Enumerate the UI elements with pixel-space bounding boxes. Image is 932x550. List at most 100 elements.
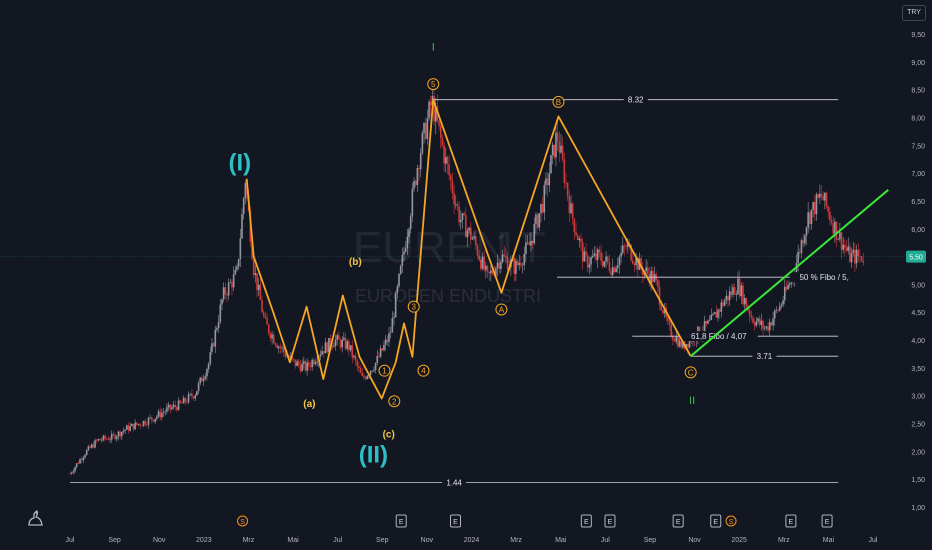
candle-body [192, 396, 195, 399]
tradingview-logo-icon[interactable] [26, 508, 46, 528]
candle-body [812, 202, 814, 210]
candle-body [229, 282, 232, 283]
wave-label: (b) [349, 257, 362, 268]
price-tick-label: 1,00 [911, 505, 925, 512]
candle-body [391, 318, 394, 333]
currency-badge[interactable]: TRY [902, 5, 926, 21]
candle-body [631, 260, 634, 264]
candle-body [466, 230, 469, 238]
candle-body [459, 220, 462, 223]
candle-body [738, 278, 741, 297]
candle-body [548, 173, 551, 186]
candle-body [313, 360, 315, 365]
candle-body [653, 274, 656, 282]
candle-body [832, 223, 834, 234]
candle-body [777, 309, 779, 311]
candle-body [90, 444, 93, 448]
candle-body [349, 345, 352, 351]
candle-body [316, 361, 318, 363]
candle-body [359, 368, 362, 373]
candle-body [834, 221, 836, 234]
candle-body [125, 425, 128, 430]
candle-body [398, 273, 400, 287]
candle-body [306, 362, 308, 371]
candle-body [760, 320, 763, 325]
candle-body [244, 183, 247, 199]
candle-body [475, 236, 477, 246]
candle-body [571, 203, 574, 219]
candle-body [753, 322, 756, 326]
candle-body [424, 122, 427, 139]
candle-body [152, 419, 155, 422]
candle-body [722, 302, 724, 306]
candle-body [530, 240, 532, 246]
candle-body [176, 407, 178, 411]
candle-body [623, 245, 626, 247]
candle-body [720, 302, 723, 312]
candle-body [369, 370, 372, 375]
candle-body [827, 206, 829, 212]
price-tick-label: 3,50 [911, 366, 925, 373]
candle-body [775, 309, 778, 311]
candle-body [471, 238, 474, 240]
price-chart[interactable]: 8.323.711.4461,8 Fibo / 4,0750 % Fibo / … [0, 0, 932, 550]
candle-body [319, 354, 322, 357]
price-tick-label: 8,00 [911, 115, 925, 122]
candle-body [526, 242, 529, 243]
candle-body [672, 336, 674, 340]
candle-body [593, 253, 596, 257]
candle-body [824, 192, 826, 201]
candle-body [373, 369, 375, 371]
level-label: 3.71 [757, 352, 773, 361]
candle-body [241, 214, 243, 239]
time-axis[interactable]: Jul Sep Nov 2023 Mrz Mai Jul Sep Nov 2024 Mrz Mai Ju… [66, 537, 878, 544]
candle-body [429, 101, 432, 106]
candle-body [535, 214, 537, 225]
candle-body [837, 239, 840, 240]
candle-body [727, 295, 729, 301]
candle-body [616, 265, 619, 268]
candle-body [303, 361, 305, 364]
candle-body [388, 333, 390, 342]
event-markers[interactable]: SEEEEEESEE [237, 514, 833, 528]
candle-body [498, 262, 500, 270]
candle-body [358, 366, 360, 369]
price-axis[interactable]: 9,50 9,00 8,50 8,00 7,50 7,00 6,50 6,00 5,50 5,00… [0, 32, 926, 512]
wave-label: B [556, 98, 561, 107]
candle-body [550, 155, 552, 174]
price-tick-label: 2,00 [911, 449, 925, 456]
price-tick-label: 7,00 [911, 171, 925, 178]
candle-body [805, 227, 808, 236]
earnings-marker-label: E [713, 519, 718, 526]
candle-body [97, 438, 100, 441]
candle-body [473, 236, 475, 239]
candle-body [675, 336, 678, 342]
candle-body [782, 300, 784, 305]
candle-body [272, 334, 275, 344]
candle-body [814, 202, 816, 215]
candle-body [862, 260, 865, 263]
price-tick-label: 3,00 [911, 394, 925, 401]
candle-body [234, 269, 237, 275]
candle-body [267, 324, 270, 334]
candle-body [341, 339, 344, 348]
candle-body [528, 242, 531, 246]
candle-body [299, 364, 302, 372]
candle-body [326, 342, 328, 353]
candle-body [120, 431, 123, 437]
candle-body [237, 259, 240, 267]
candle-body [236, 266, 238, 270]
candle-body [414, 180, 417, 185]
candle-body [615, 267, 617, 273]
candle-body [262, 312, 265, 316]
candle-body [480, 259, 482, 269]
candle-body [625, 246, 627, 247]
candle-body [324, 342, 327, 354]
candle-body [374, 362, 377, 370]
candle-body [586, 255, 589, 268]
candle-body [850, 252, 853, 263]
time-tick-label: Mai [823, 537, 835, 544]
candle-body [72, 471, 75, 473]
candle-body [197, 383, 200, 392]
candle-body [538, 213, 541, 228]
